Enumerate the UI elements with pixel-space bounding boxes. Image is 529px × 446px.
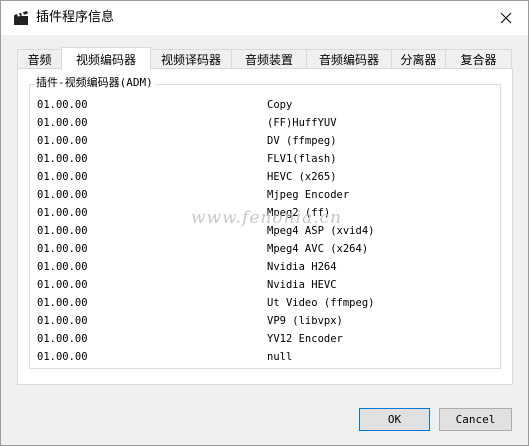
clapperboard-icon	[13, 10, 29, 26]
list-item: 01.00.00 (FF)HuffYUV	[30, 116, 500, 134]
watermark: www.fenonia.cn	[191, 208, 342, 228]
list-item: 01.00.00 Mpeg4 AVC (x264)	[30, 242, 500, 260]
plugin-info-dialog: 插件程序信息 音频 视频编码器 视频译码器 音频装置 音频编码器 分离器 复合器…	[0, 0, 529, 446]
plugin-name: HEVC (x265)	[267, 171, 337, 183]
tab-audio[interactable]: 音频	[17, 49, 62, 68]
plugin-version: 01.00.00	[37, 99, 88, 111]
plugin-name: Mpeg4 AVC (x264)	[267, 243, 369, 255]
plugin-name: Copy	[267, 99, 293, 111]
plugin-version: 01.00.00	[37, 351, 88, 363]
window-title: 插件程序信息	[36, 10, 115, 25]
plugin-name: Nvidia HEVC	[267, 279, 337, 291]
list-item: 01.00.00 FLV1(flash)	[30, 152, 500, 170]
plugin-version: 01.00.00	[37, 333, 88, 345]
tab-demuxers[interactable]: 分离器	[391, 49, 446, 68]
tab-video-decoders[interactable]: 视频译码器	[150, 49, 232, 68]
title-bar: 插件程序信息	[1, 1, 528, 35]
list-item: 01.00.00 Nvidia HEVC	[30, 278, 500, 296]
plugin-name: YV12 Encoder	[267, 333, 343, 345]
plugin-version: 01.00.00	[37, 243, 88, 255]
list-item: 01.00.00 null	[30, 350, 500, 368]
plugin-version: 01.00.00	[37, 297, 88, 309]
list-item: 01.00.00 Nvidia H264	[30, 260, 500, 278]
plugin-version: 01.00.00	[37, 171, 88, 183]
list-item: 01.00.00 YV12 Encoder	[30, 332, 500, 350]
plugin-version: 01.00.00	[37, 135, 88, 147]
plugin-version: 01.00.00	[37, 189, 88, 201]
plugin-name: DV (ffmpeg)	[267, 135, 337, 147]
plugin-name: (FF)HuffYUV	[267, 117, 337, 129]
plugin-version: 01.00.00	[37, 261, 88, 273]
ok-button[interactable]: OK	[359, 408, 430, 431]
plugin-name: VP9 (libvpx)	[267, 315, 343, 327]
plugin-name: Nvidia H264	[267, 261, 337, 273]
plugin-name: FLV1(flash)	[267, 153, 337, 165]
plugin-version: 01.00.00	[37, 279, 88, 291]
list-item: 01.00.00 HEVC (x265)	[30, 170, 500, 188]
plugin-name: Ut Video (ffmpeg)	[267, 297, 375, 309]
plugin-version: 01.00.00	[37, 117, 88, 129]
tab-audio-devices[interactable]: 音频装置	[231, 49, 307, 68]
list-item: 01.00.00 Ut Video (ffmpeg)	[30, 296, 500, 314]
plugin-version: 01.00.00	[37, 207, 88, 219]
tab-strip: 音频 视频编码器 视频译码器 音频装置 音频编码器 分离器 复合器	[17, 47, 512, 70]
plugin-version: 01.00.00	[37, 153, 88, 165]
list-item: 01.00.00 VP9 (libvpx)	[30, 314, 500, 332]
plugin-name: null	[267, 351, 293, 363]
list-item: 01.00.00 DV (ffmpeg)	[30, 134, 500, 152]
plugin-version: 01.00.00	[37, 225, 88, 237]
group-title: 插件-视频编码器(ADM)	[34, 76, 155, 90]
close-icon	[500, 9, 512, 28]
cancel-button[interactable]: Cancel	[439, 408, 512, 431]
list-item: 01.00.00 Copy	[30, 98, 500, 116]
close-button[interactable]	[484, 1, 528, 35]
tab-video-encoders[interactable]: 视频编码器	[61, 47, 151, 70]
plugin-version: 01.00.00	[37, 315, 88, 327]
plugin-name: Mjpeg Encoder	[267, 189, 350, 201]
tab-muxers[interactable]: 复合器	[445, 49, 512, 68]
tab-audio-encoders[interactable]: 音频编码器	[306, 49, 392, 68]
list-item: 01.00.00 Mjpeg Encoder	[30, 188, 500, 206]
